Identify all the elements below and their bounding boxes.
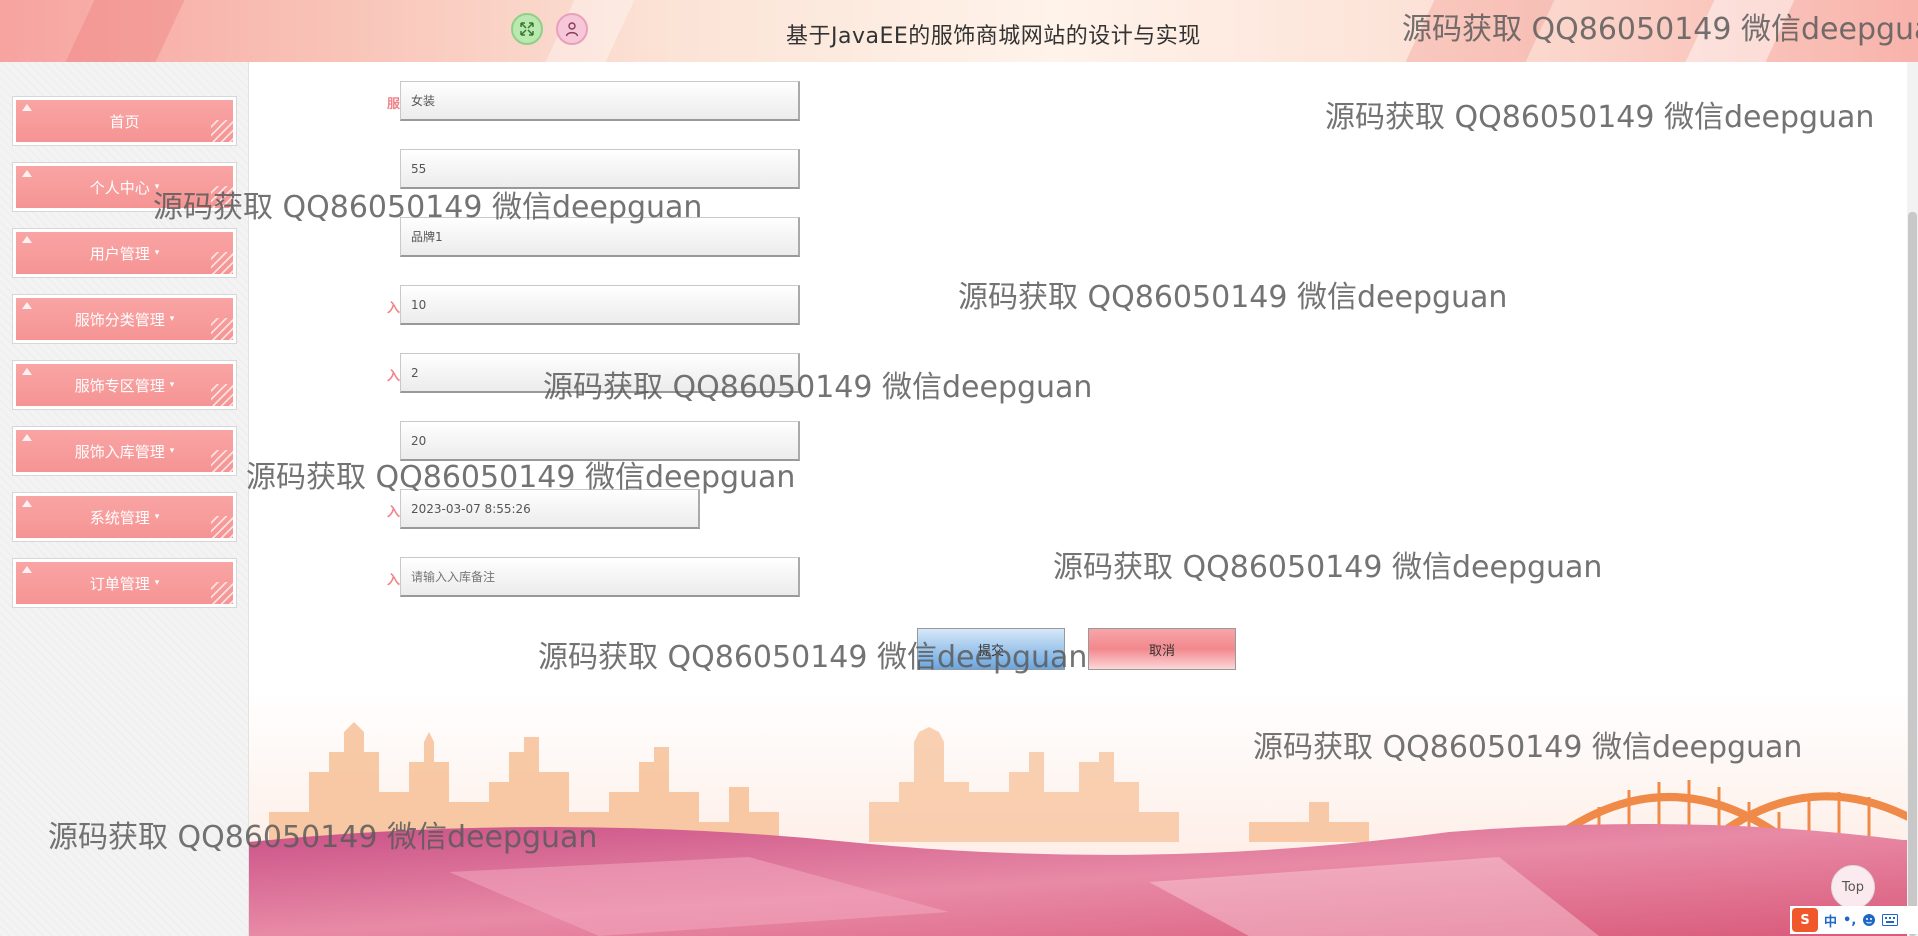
punctuation-toggle[interactable]: •, [1843, 913, 1856, 928]
sidebar-item-category-management[interactable]: 服饰分类管理 ▾ [12, 294, 237, 344]
sidebar-item-label: 服饰专区管理 [74, 376, 165, 395]
sidebar-item-personal-center[interactable]: 个人中心 ▾ [12, 162, 237, 212]
caret-down-icon: ▾ [169, 446, 175, 456]
size-field[interactable] [400, 149, 800, 189]
unit-price-field[interactable] [400, 353, 800, 393]
caret-down-icon: ▾ [154, 182, 160, 192]
sidebar-item-label: 服饰入库管理 [74, 442, 165, 461]
category-field[interactable] [400, 81, 800, 121]
sidebar-item-label: 用户管理 [89, 244, 150, 263]
form-row-brand: 品牌 [249, 217, 949, 259]
user-icon [565, 22, 579, 37]
sidebar-item-label: 服饰分类管理 [74, 310, 165, 329]
form-row-time: 入库时间 [249, 489, 949, 531]
sidebar-item-user-management[interactable]: 用户管理 ▾ [12, 228, 237, 278]
sidebar-item-zone-management[interactable]: 服饰专区管理 ▾ [12, 360, 237, 410]
caret-down-icon: ▾ [154, 512, 160, 522]
header-decoration [1685, 0, 1795, 62]
scroll-thumb[interactable] [1908, 212, 1917, 936]
header-decoration [1405, 0, 1555, 62]
caret-down-icon: ▾ [169, 314, 175, 324]
cancel-button[interactable]: 取消 [1088, 628, 1236, 670]
form-row-unit-price: 入库单价 [249, 353, 949, 395]
top-header: 基于JavaEE的服饰商城网站的设计与实现 [0, 0, 1918, 62]
vertical-scrollbar[interactable] [1907, 62, 1918, 936]
brand-field[interactable] [400, 217, 800, 257]
sidebar: 首页 个人中心 ▾ 用户管理 ▾ 服饰分类管理 ▾ 服饰专区管理 ▾ 服饰入库管理 ▾ 系… [0, 62, 249, 936]
form-row-quantity: 入库数量 [249, 285, 949, 327]
header-decoration [65, 0, 185, 62]
caret-down-icon: ▾ [169, 380, 175, 390]
quantity-field[interactable] [400, 285, 800, 325]
submit-button[interactable]: 提交 [917, 628, 1065, 670]
site-title: 基于JavaEE的服饰商城网站的设计与实现 [786, 24, 1201, 49]
sogou-logo-icon[interactable]: S [1792, 908, 1818, 932]
time-field[interactable] [400, 489, 700, 529]
back-to-top-button[interactable]: Top [1831, 865, 1875, 909]
emoji-icon[interactable] [1862, 913, 1876, 927]
form-row-category: 服饰分类 [249, 81, 949, 123]
form-row-size: 码数 [249, 149, 949, 191]
total-field[interactable] [400, 421, 800, 461]
sidebar-item-stock-in-management[interactable]: 服饰入库管理 ▾ [12, 426, 237, 476]
keyboard-icon[interactable] [1882, 914, 1899, 926]
ime-tray: S 中 •, [1790, 906, 1918, 934]
caret-down-icon: ▾ [154, 578, 160, 588]
fullscreen-button[interactable] [511, 13, 543, 45]
form-row-total: 合计 [249, 421, 949, 463]
sidebar-item-label: 首页 [109, 112, 140, 131]
sidebar-item-label: 个人中心 [89, 178, 150, 197]
sidebar-item-label: 订单管理 [89, 574, 150, 593]
main-content: 服饰分类 码数 品牌 入库数量 入库单价 合计 入库时间 入库备注 提交 取消 … [249, 62, 1918, 936]
remark-field[interactable] [400, 557, 800, 597]
form-row-remark: 入库备注 [249, 557, 949, 599]
city-skyline-image [249, 692, 1918, 936]
caret-down-icon: ▾ [154, 248, 160, 258]
sidebar-item-system-management[interactable]: 系统管理 ▾ [12, 492, 237, 542]
sidebar-item-order-management[interactable]: 订单管理 ▾ [12, 558, 237, 608]
sidebar-item-home[interactable]: 首页 [12, 96, 237, 146]
ime-language-toggle[interactable]: 中 [1824, 911, 1837, 930]
sidebar-item-label: 系统管理 [89, 508, 150, 527]
expand-icon [520, 22, 534, 36]
user-button[interactable] [556, 13, 588, 45]
